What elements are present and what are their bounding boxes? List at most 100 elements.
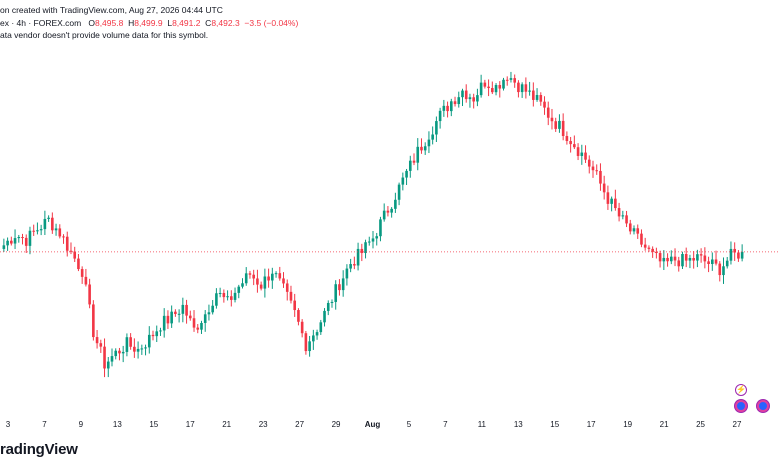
candle-down bbox=[517, 82, 520, 93]
candle-up bbox=[341, 278, 345, 291]
candle-down bbox=[599, 170, 602, 184]
candle-up bbox=[237, 286, 241, 293]
candle-up bbox=[162, 315, 166, 331]
candle-up bbox=[241, 283, 244, 287]
candle-down bbox=[252, 274, 255, 279]
candle-up bbox=[2, 245, 6, 249]
candle-down bbox=[256, 278, 259, 285]
candle-up bbox=[315, 332, 319, 336]
candle-down bbox=[92, 304, 95, 338]
candle-up bbox=[438, 110, 442, 122]
candle-down bbox=[666, 257, 669, 262]
candle-down bbox=[677, 260, 681, 267]
candle-up bbox=[632, 228, 636, 232]
candle-down bbox=[505, 79, 509, 81]
candle-up bbox=[390, 208, 393, 213]
candle-down bbox=[658, 253, 662, 262]
candle-up bbox=[520, 84, 524, 93]
candle-down bbox=[498, 85, 502, 89]
x-axis-tick-label: 21 bbox=[222, 420, 231, 429]
candle-down bbox=[99, 343, 103, 347]
candle-down bbox=[606, 192, 610, 204]
candle-down bbox=[573, 144, 576, 148]
candle-down bbox=[587, 159, 591, 167]
candle-down bbox=[300, 321, 304, 334]
candle-up bbox=[308, 341, 311, 352]
candle-down bbox=[278, 273, 282, 279]
candle-up bbox=[147, 334, 151, 348]
candle-up bbox=[367, 241, 371, 243]
candle-down bbox=[51, 217, 54, 231]
candle-up bbox=[140, 348, 144, 350]
event-marker-icon[interactable] bbox=[735, 400, 747, 412]
candle-up bbox=[312, 335, 315, 342]
candle-up bbox=[711, 259, 714, 265]
candle-down bbox=[84, 276, 88, 285]
candle-down bbox=[166, 315, 170, 324]
candle-down bbox=[576, 147, 580, 156]
candle-down bbox=[554, 121, 558, 129]
candle-down bbox=[32, 230, 35, 232]
x-axis-tick-label: 21 bbox=[660, 420, 669, 429]
x-axis-tick-label: 3 bbox=[6, 420, 11, 429]
lightning-icon[interactable]: ⚡ bbox=[735, 384, 747, 396]
x-axis-tick-label: 25 bbox=[696, 420, 705, 429]
candle-up bbox=[461, 90, 464, 98]
candle-down bbox=[651, 248, 654, 252]
candle-up bbox=[435, 121, 438, 135]
candle-up bbox=[449, 101, 453, 112]
candle-down bbox=[550, 117, 554, 122]
candle-up bbox=[356, 248, 360, 266]
candle-up bbox=[136, 348, 140, 352]
candle-down bbox=[684, 253, 688, 261]
candle-down bbox=[188, 315, 192, 319]
candlestick-chart[interactable]: 3 7 9 13 15 17 21 23 27 29 Aug 5 7 11 13 15 17 19 21 25 27 bbox=[0, 0, 780, 470]
candle-up bbox=[688, 258, 692, 261]
candle-up bbox=[509, 78, 513, 80]
x-axis-tick-label: 5 bbox=[407, 420, 412, 429]
candle-up bbox=[170, 311, 173, 324]
candle-down bbox=[565, 136, 569, 142]
candle-up bbox=[528, 90, 531, 92]
candle-down bbox=[617, 208, 621, 217]
candle-down bbox=[95, 337, 99, 344]
candle-down bbox=[353, 264, 356, 266]
candle-up bbox=[17, 237, 21, 239]
candle-up bbox=[233, 292, 237, 300]
candle-down bbox=[65, 236, 69, 251]
candle-down bbox=[472, 97, 475, 102]
candle-up bbox=[416, 146, 420, 163]
candle-down bbox=[707, 261, 710, 265]
candle-down bbox=[73, 251, 77, 259]
candle-down bbox=[230, 296, 233, 300]
candle-down bbox=[174, 311, 177, 315]
candle-up bbox=[669, 256, 673, 262]
candle-up bbox=[274, 273, 278, 275]
candle-down bbox=[103, 346, 106, 369]
candle-up bbox=[330, 301, 334, 303]
x-axis-tick-label: 7 bbox=[42, 420, 47, 429]
tradingview-logo[interactable]: radingView bbox=[0, 441, 78, 458]
candle-down bbox=[293, 300, 297, 311]
candle-down bbox=[602, 183, 606, 193]
event-marker-icon[interactable] bbox=[757, 400, 769, 412]
candle-up bbox=[334, 284, 338, 302]
candle-down bbox=[595, 170, 599, 172]
candle-down bbox=[673, 256, 677, 261]
candle-down bbox=[285, 283, 289, 292]
candle-down bbox=[561, 120, 565, 137]
candle-up bbox=[535, 95, 539, 100]
candle-up bbox=[226, 296, 229, 298]
candle-up bbox=[6, 240, 9, 246]
candle-down bbox=[360, 248, 364, 254]
candle-down bbox=[282, 278, 285, 284]
candle-down bbox=[420, 146, 423, 151]
candle-up bbox=[725, 260, 729, 267]
candle-up bbox=[263, 276, 267, 289]
candle-up bbox=[106, 361, 110, 369]
candle-down bbox=[703, 255, 707, 262]
candle-down bbox=[80, 269, 84, 277]
candle-down bbox=[487, 86, 490, 89]
candle-up bbox=[558, 120, 561, 129]
candle-down bbox=[259, 284, 263, 289]
